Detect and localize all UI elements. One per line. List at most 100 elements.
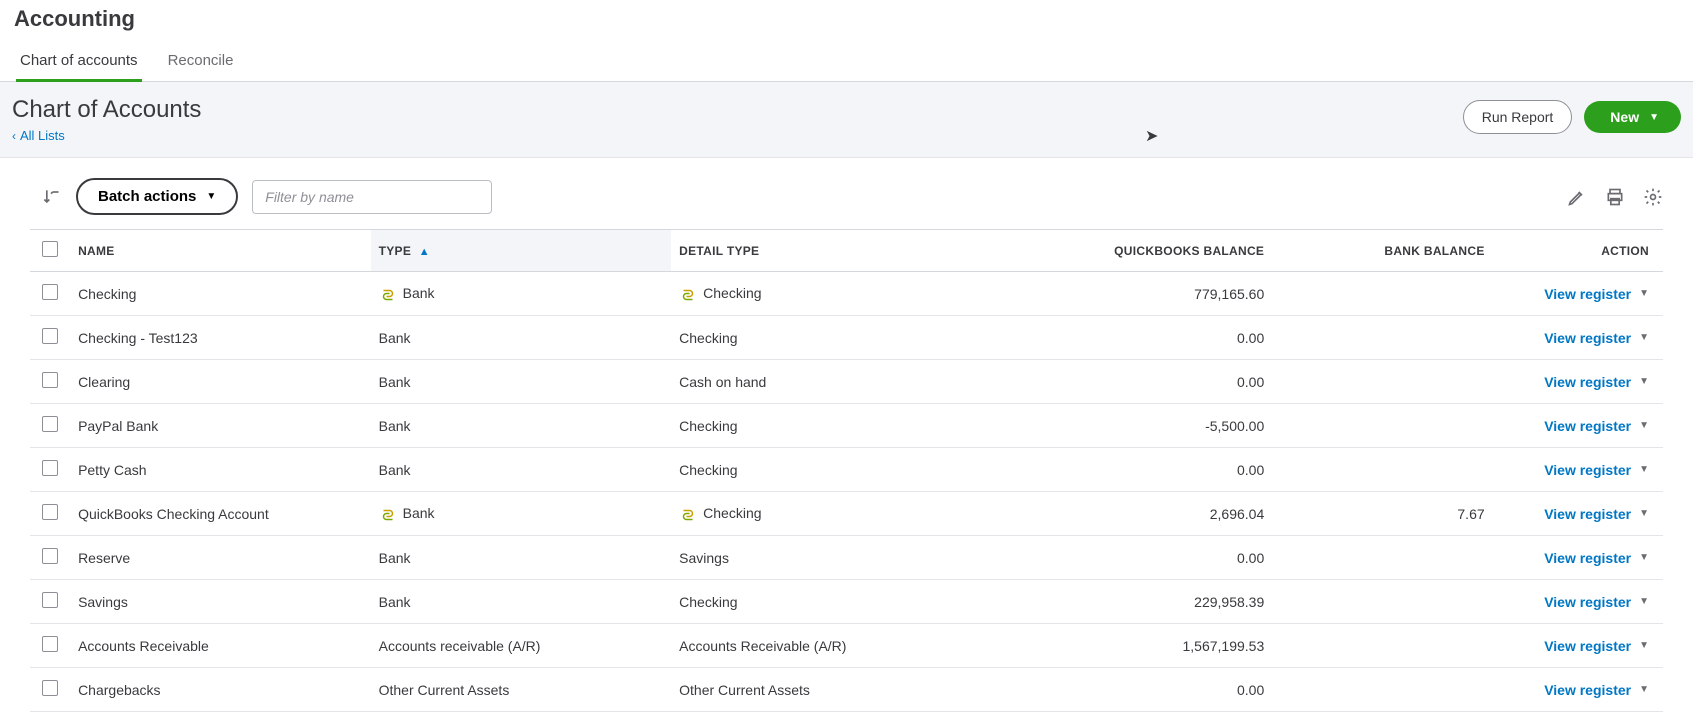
cell-type: Bank: [371, 492, 672, 536]
cell-name: Checking: [70, 272, 371, 316]
cell-bank-balance: [1272, 668, 1492, 712]
table-row: Petty CashBankChecking0.00View register …: [30, 448, 1663, 492]
view-register-action[interactable]: View register ▼: [1544, 418, 1649, 434]
cell-type: Accounts receivable (A/R): [371, 624, 672, 668]
cell-bank-balance: [1272, 272, 1492, 316]
gear-icon[interactable]: [1643, 187, 1663, 207]
table-row: Accounts ReceivableAccounts receivable (…: [30, 624, 1663, 668]
view-register-action[interactable]: View register ▼: [1544, 286, 1649, 302]
cell-type: Bank: [371, 580, 672, 624]
view-register-action[interactable]: View register ▼: [1544, 550, 1649, 566]
view-register-action[interactable]: View register ▼: [1544, 462, 1649, 478]
cell-type: Other Current Assets: [371, 668, 672, 712]
cell-qb-balance: 0.00: [972, 536, 1273, 580]
cell-qb-balance: 2,696.04: [972, 492, 1273, 536]
cell-qb-balance: -5,500.00: [972, 404, 1273, 448]
table-row: SavingsBankChecking229,958.39View regist…: [30, 580, 1663, 624]
col-header-type[interactable]: TYPE ▲: [371, 230, 672, 272]
table-row: QuickBooks Checking AccountBankChecking2…: [30, 492, 1663, 536]
collapse-sort-icon[interactable]: [40, 186, 62, 208]
caret-down-icon[interactable]: ▼: [1639, 596, 1649, 607]
page-title: Accounting: [0, 0, 1693, 42]
table-row: PayPal BankBankChecking-5,500.00View reg…: [30, 404, 1663, 448]
back-all-lists-link[interactable]: ‹ All Lists: [12, 128, 201, 143]
caret-down-icon[interactable]: ▼: [1639, 332, 1649, 343]
row-checkbox[interactable]: [42, 636, 58, 652]
caret-down-icon[interactable]: ▼: [1639, 552, 1649, 563]
cell-name: Chargebacks: [70, 668, 371, 712]
cell-type: Bank: [371, 448, 672, 492]
caret-down-icon[interactable]: ▼: [1639, 684, 1649, 695]
row-checkbox[interactable]: [42, 680, 58, 696]
cell-type: Bank: [371, 404, 672, 448]
view-register-action[interactable]: View register ▼: [1544, 506, 1649, 522]
filter-by-name-input[interactable]: [252, 180, 492, 214]
caret-down-icon[interactable]: ▼: [1639, 464, 1649, 475]
table-toolbar: Batch actions ▼: [0, 158, 1693, 229]
cell-name: Accounts Receivable: [70, 624, 371, 668]
cell-detail: Accounts Receivable (A/R): [671, 624, 972, 668]
caret-down-icon[interactable]: ▼: [1639, 376, 1649, 387]
linked-account-icon: [679, 508, 697, 522]
col-header-type-label: TYPE: [379, 244, 412, 258]
row-checkbox[interactable]: [42, 328, 58, 344]
cell-qb-balance: 0.00: [972, 360, 1273, 404]
row-checkbox[interactable]: [42, 372, 58, 388]
sort-asc-icon: ▲: [419, 246, 430, 258]
cell-detail: Checking: [671, 272, 972, 316]
cell-name: PayPal Bank: [70, 404, 371, 448]
col-header-detail[interactable]: DETAIL TYPE: [671, 230, 972, 272]
view-register-action[interactable]: View register ▼: [1544, 594, 1649, 610]
run-report-button[interactable]: Run Report: [1463, 100, 1573, 134]
linked-account-icon: [679, 288, 697, 302]
cell-name: Reserve: [70, 536, 371, 580]
linked-account-icon: [379, 508, 397, 522]
row-checkbox[interactable]: [42, 284, 58, 300]
cell-bank-balance: [1272, 536, 1492, 580]
cell-name: Petty Cash: [70, 448, 371, 492]
col-header-name[interactable]: NAME: [70, 230, 371, 272]
col-header-qb-balance[interactable]: QUICKBOOKS BALANCE: [972, 230, 1273, 272]
caret-down-icon[interactable]: ▼: [1639, 640, 1649, 651]
caret-down-icon[interactable]: ▼: [1639, 288, 1649, 299]
tabs-bar: Chart of accounts Reconcile: [0, 42, 1693, 82]
select-all-checkbox[interactable]: [42, 241, 58, 257]
cell-detail: Other Current Assets: [671, 668, 972, 712]
row-checkbox[interactable]: [42, 592, 58, 608]
linked-account-icon: [379, 288, 397, 302]
col-header-action: ACTION: [1493, 230, 1663, 272]
row-checkbox[interactable]: [42, 548, 58, 564]
view-register-action[interactable]: View register ▼: [1544, 682, 1649, 698]
chevron-left-icon: ‹: [12, 129, 16, 143]
print-icon[interactable]: [1605, 187, 1625, 207]
table-row: CheckingBankChecking779,165.60View regis…: [30, 272, 1663, 316]
cell-bank-balance: [1272, 624, 1492, 668]
cell-type: Bank: [371, 360, 672, 404]
cell-qb-balance: 1,567,199.53: [972, 624, 1273, 668]
edit-pencil-icon[interactable]: [1567, 187, 1587, 207]
tab-chart-of-accounts[interactable]: Chart of accounts: [20, 42, 138, 81]
cell-type: Bank: [371, 316, 672, 360]
cell-bank-balance: 7.67: [1272, 492, 1492, 536]
view-register-action[interactable]: View register ▼: [1544, 638, 1649, 654]
caret-down-icon: ▼: [206, 191, 216, 202]
caret-down-icon[interactable]: ▼: [1639, 420, 1649, 431]
cell-qb-balance: 0.00: [972, 448, 1273, 492]
cell-name: Checking - Test123: [70, 316, 371, 360]
table-row: ClearingBankCash on hand0.00View registe…: [30, 360, 1663, 404]
cell-qb-balance: 229,958.39: [972, 580, 1273, 624]
tab-reconcile[interactable]: Reconcile: [168, 42, 234, 81]
cell-name: QuickBooks Checking Account: [70, 492, 371, 536]
subheader-title: Chart of Accounts: [12, 96, 201, 124]
col-header-bank-balance[interactable]: BANK BALANCE: [1272, 230, 1492, 272]
batch-actions-button[interactable]: Batch actions ▼: [76, 178, 238, 215]
new-button[interactable]: New ▼: [1584, 101, 1681, 133]
cell-type: Bank: [371, 536, 672, 580]
row-checkbox[interactable]: [42, 416, 58, 432]
view-register-action[interactable]: View register ▼: [1544, 374, 1649, 390]
row-checkbox[interactable]: [42, 460, 58, 476]
caret-down-icon[interactable]: ▼: [1639, 508, 1649, 519]
view-register-action[interactable]: View register ▼: [1544, 330, 1649, 346]
row-checkbox[interactable]: [42, 504, 58, 520]
cell-bank-balance: [1272, 404, 1492, 448]
